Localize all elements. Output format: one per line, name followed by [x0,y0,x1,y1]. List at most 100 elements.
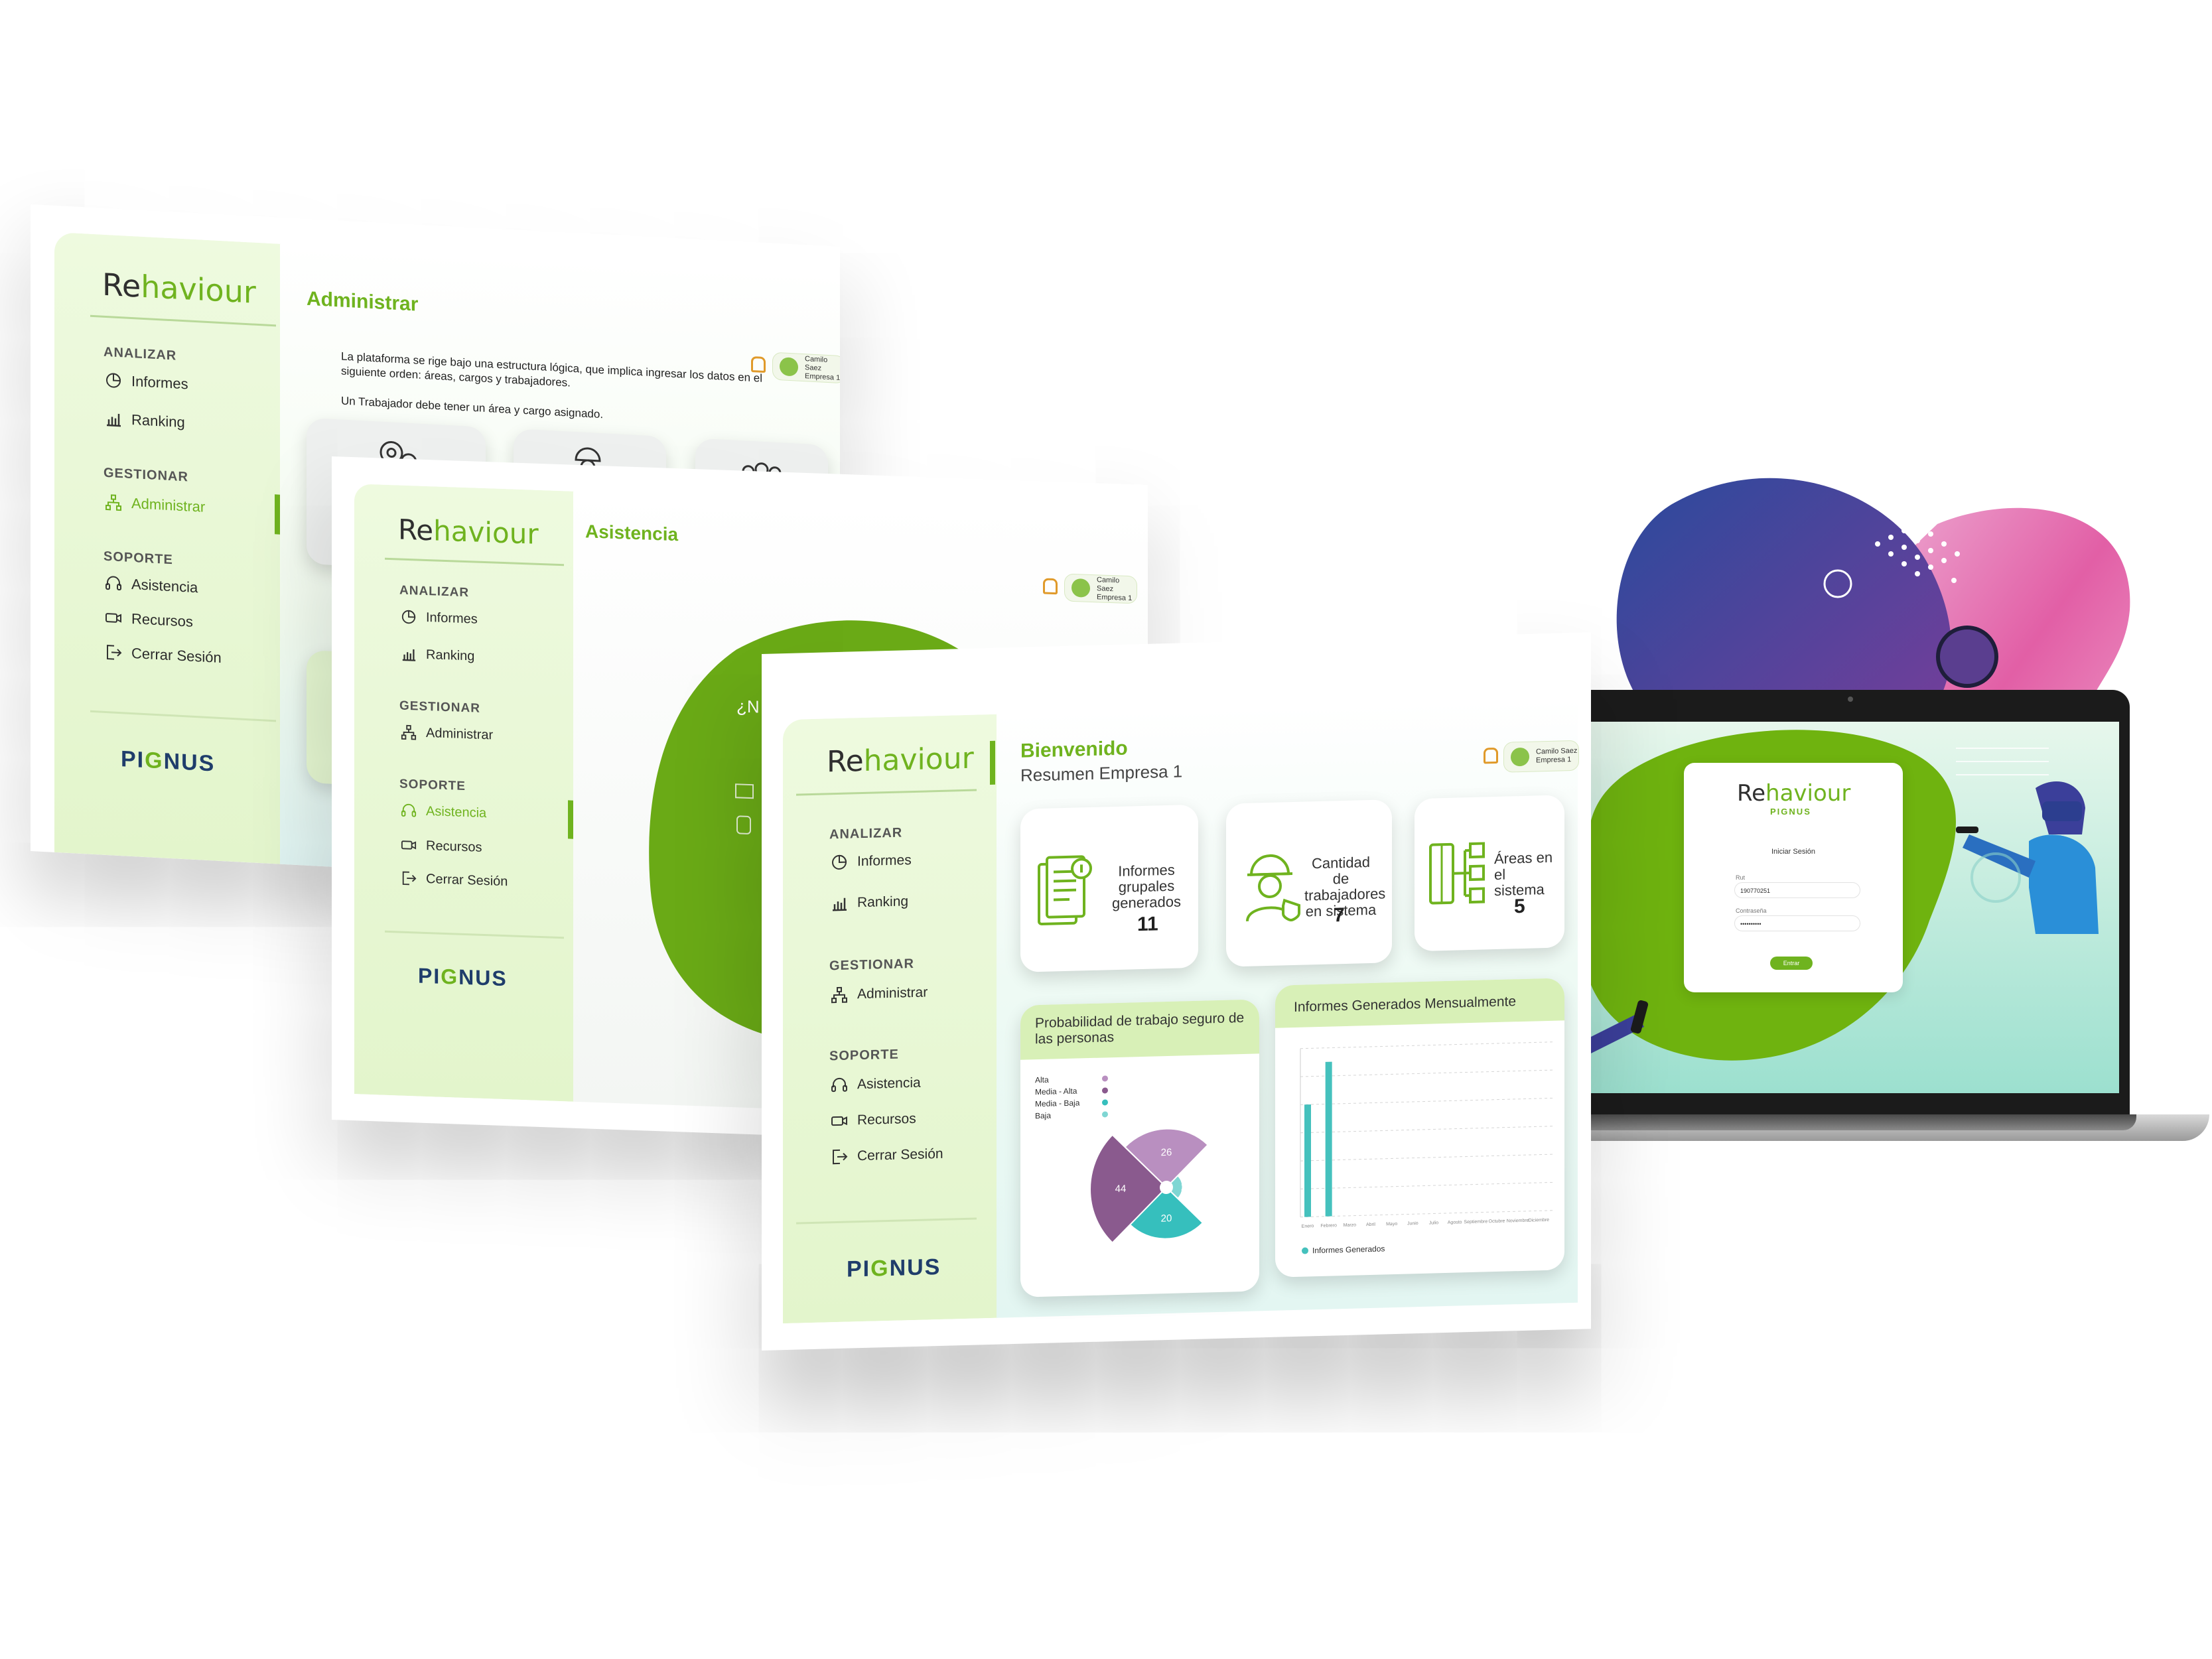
x-tick-label: Junio [1407,1221,1418,1226]
bar-enero [1304,1104,1311,1217]
hierarchy-icon [401,724,417,741]
bar-chart-icon [105,410,122,428]
org-chart-icon [1429,842,1485,905]
pie-slice-label: 26 [1161,1147,1172,1158]
video-icon [105,609,122,627]
phone-icon [736,815,751,835]
bar-legend-label: Informes Generados [1312,1244,1385,1256]
user-profile-chip[interactable]: Camilo Saez Empresa 1 [1064,573,1137,604]
section-analizar: ANALIZAR [399,583,470,600]
header-accent [990,740,995,785]
gridline [1300,1210,1553,1218]
rut-input[interactable]: 190770251 [1734,882,1860,898]
bar-chart-icon [831,895,848,913]
pie-slice-label: 20 [1161,1213,1172,1224]
section-soporte: SOPORTE [399,777,466,794]
x-tick-label: Noviembre [1507,1219,1529,1224]
active-indicator [275,494,280,535]
laptop-keyboard-edge [1566,1114,2136,1130]
vr-person-illustration [1956,781,2099,934]
nav-ranking[interactable]: Ranking [401,646,474,665]
x-tick-label: Mayo [1386,1222,1397,1227]
controller-hand [1584,1000,1649,1053]
nav-informes[interactable]: Informes [831,852,912,871]
pie-slice-label: 2 [1181,1181,1186,1193]
brand-logo: Rehaviour [827,741,974,779]
headset-icon [105,574,122,592]
video-icon [831,1112,848,1130]
nav-administrar[interactable]: Administrar [831,984,928,1004]
kpi-label: Informes grupales generados [1112,861,1181,912]
nav-ranking[interactable]: Ranking [831,893,908,912]
legend-swatch [1102,1075,1108,1082]
user-profile-chip[interactable]: Camilo Saez Empresa 1 [1503,740,1579,773]
x-tick-label: Julio [1429,1221,1439,1225]
gridline [1300,1154,1553,1161]
bell-icon[interactable] [1484,747,1498,764]
active-indicator [568,800,573,839]
nav-cerrar-sesion[interactable]: Cerrar Sesión [831,1146,943,1165]
kpi-card-informes[interactable]: Informes grupales generados 11 [1020,804,1198,972]
x-tick-label: Febrero [1320,1223,1337,1228]
login-card: Rehaviour PIGNUS Iniciar Sesión Rut 1907… [1684,763,1903,992]
headset-icon [831,1077,848,1095]
kpi-value: 5 [1514,895,1525,918]
logout-icon [105,643,122,661]
bar-febrero [1325,1061,1332,1217]
nav-informes[interactable]: Informes [401,609,478,628]
nav-asistencia[interactable]: Asistencia [401,803,486,822]
section-analizar: ANALIZAR [829,825,903,842]
assistance-blob-text: ¿N [736,696,760,717]
section-gestionar: GESTIONAR [399,698,480,716]
pie-chart-icon [105,371,122,389]
pie-chart-icon [831,854,848,872]
section-gestionar: GESTIONAR [829,956,914,974]
sidebar [783,714,997,1324]
headset-icon [401,803,417,819]
bar-legend: Informes Generados [1302,1244,1385,1255]
user-profile-chip[interactable]: Camilo Saez Empresa 1 [772,352,840,384]
nav-recursos[interactable]: Recursos [831,1110,916,1130]
section-soporte: SOPORTE [829,1047,899,1064]
password-label: Contraseña [1736,907,1767,914]
rut-label: Rut [1736,874,1746,881]
nav-administrar[interactable]: Administrar [401,724,493,744]
bar-chart: Enero Febrero Marzo Abril Mayo Junio Julio Agos… [1300,1041,1553,1229]
legend-swatch [1102,1087,1108,1094]
laptop: Rehaviour PIGNUS Iniciar Sesión Rut 1907… [1546,690,2209,1187]
polar-area-chart: 26 2 20 44 [1089,1128,1209,1244]
video-icon [401,837,417,854]
nav-asistencia[interactable]: Asistencia [831,1075,921,1095]
pie-chart-card: Probabilidad de trabajo seguro de las pe… [1020,999,1259,1297]
page-subtitle: Resumen Empresa 1 [1020,761,1183,785]
kpi-card-areas[interactable]: Áreas en el sistema 5 [1415,795,1564,952]
pie-slice-label: 44 [1115,1183,1127,1195]
kpi-value: 11 [1137,913,1158,936]
avatar [1511,747,1529,767]
kpi-label: Áreas en el sistema [1494,848,1553,899]
login-screen: Rehaviour PIGNUS Iniciar Sesión Rut 1907… [1584,722,2119,1093]
legend-swatch [1302,1247,1308,1254]
gridline [1300,1069,1553,1077]
x-tick-label: Enero [1302,1224,1314,1228]
login-section-title: Iniciar Sesión [1771,848,1816,856]
nav-recursos[interactable]: Recursos [401,837,482,856]
laptop-camera [1848,697,1853,702]
avatar [1071,578,1090,598]
pignus-logo: PIGNUS [847,1254,941,1282]
mail-icon [735,783,754,799]
x-tick-label: Octubre [1489,1219,1505,1225]
pignus-logo: PIGNUS [418,963,508,991]
bell-icon[interactable] [1043,578,1058,595]
avatar [780,357,798,377]
kpi-card-trabajadores[interactable]: Cantidad de trabajadores en sistema 7 [1226,799,1392,967]
login-button[interactable]: Entrar [1770,957,1813,970]
x-tick-label: Agosto [1448,1220,1462,1225]
brand-logo: Rehaviour [398,513,539,551]
bar-chart-icon [401,646,417,663]
worker-icon [1246,854,1300,922]
hierarchy-icon [831,986,848,1004]
kpi-value: 7 [1334,903,1345,927]
report-icon [1038,855,1092,925]
password-input[interactable]: •••••••••• [1734,915,1860,931]
